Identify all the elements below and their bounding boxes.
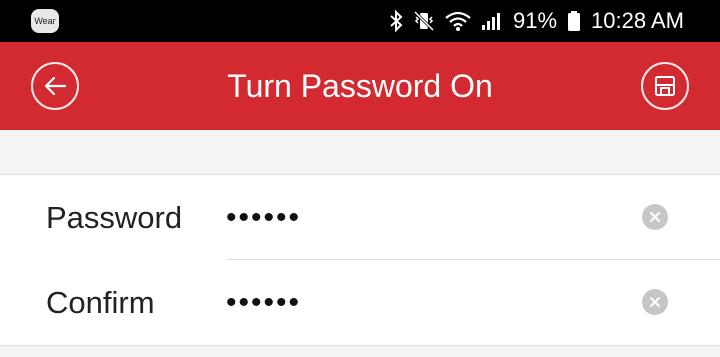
- save-button[interactable]: [641, 62, 689, 110]
- clock: 10:28 AM: [591, 8, 684, 33]
- confirm-label: Confirm: [46, 285, 155, 320]
- vibrate-mute-icon: [413, 10, 435, 32]
- save-disk-icon: [653, 74, 677, 98]
- confirm-input[interactable]: [226, 280, 626, 325]
- status-icons: 91% 10:28 AM: [389, 0, 684, 42]
- battery-percent: 91%: [513, 8, 558, 33]
- clear-icon: [649, 211, 661, 223]
- app-bar: Turn Password On: [0, 42, 720, 130]
- back-arrow-icon: [43, 76, 67, 96]
- section-spacer: [0, 130, 720, 175]
- clear-icon: [649, 296, 661, 308]
- signal-icon: [481, 10, 503, 32]
- confirm-row: Confirm: [0, 260, 720, 345]
- bottom-area: [0, 346, 720, 357]
- back-button[interactable]: [31, 62, 79, 110]
- password-input[interactable]: [226, 195, 626, 240]
- confirm-clear-button[interactable]: [642, 289, 668, 315]
- password-label: Password: [46, 200, 183, 235]
- page-title: Turn Password On: [227, 68, 493, 104]
- wifi-icon: [445, 10, 471, 32]
- password-row: Password: [0, 175, 720, 260]
- password-clear-button[interactable]: [642, 204, 668, 230]
- battery-icon: [567, 10, 581, 32]
- bluetooth-icon: [389, 10, 403, 32]
- password-form: Password Confirm: [0, 175, 720, 346]
- status-bar: Wear 91% 10:28 AM: [0, 0, 720, 42]
- wear-app-icon: Wear: [31, 9, 59, 33]
